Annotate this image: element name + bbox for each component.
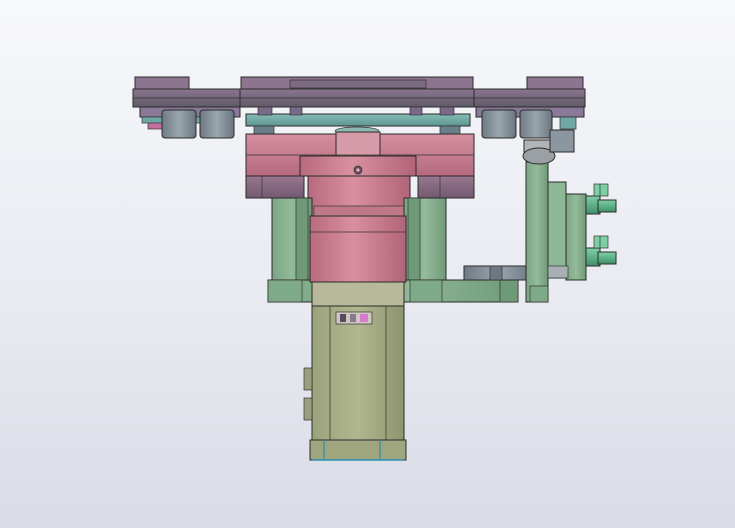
pneumatic-fitting-icon <box>585 183 617 215</box>
gearbox-neck <box>307 175 411 219</box>
motor-flange <box>309 215 407 307</box>
pneumatic-fitting-icon <box>585 235 617 267</box>
servo-motor <box>303 305 407 461</box>
assembly-drawing <box>132 76 617 461</box>
cad-viewport[interactable] <box>0 0 735 528</box>
teal-flange <box>245 106 471 136</box>
gearbox-upper <box>245 131 475 177</box>
pneumatic-cylinder <box>547 181 587 281</box>
vertical-support <box>525 161 549 303</box>
side-arm <box>463 265 535 281</box>
top-plate <box>132 76 586 108</box>
